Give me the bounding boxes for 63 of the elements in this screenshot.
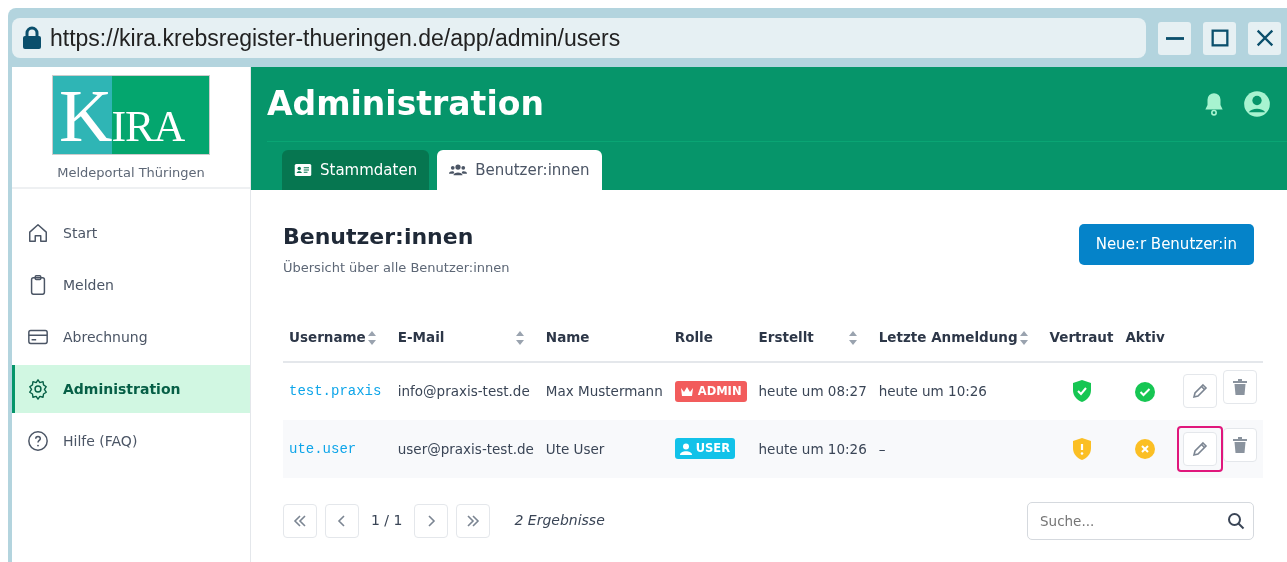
profile-button[interactable] bbox=[1243, 90, 1271, 118]
email-cell: info@praxis-test.de bbox=[397, 383, 530, 400]
column-header: Erstellt bbox=[758, 328, 814, 348]
tab[interactable]: Benutzer:innen bbox=[437, 150, 602, 190]
logo: KIRA bbox=[52, 75, 210, 155]
delete-button[interactable] bbox=[1222, 370, 1257, 405]
last-login-cell: – bbox=[878, 440, 886, 457]
pencil-icon bbox=[1191, 383, 1208, 400]
result-count: 2 Ergebnisse bbox=[514, 511, 605, 531]
column-header: Vertraut bbox=[1049, 328, 1114, 348]
column-header: Username bbox=[289, 328, 366, 348]
minimize-button[interactable] bbox=[1158, 21, 1191, 55]
sidebar-item[interactable]: Administration bbox=[12, 365, 250, 413]
sidebar-item[interactable]: Abrechnung bbox=[12, 313, 250, 361]
address-bar[interactable]: https://kira.krebsregister-thueringen.de/app/admin/users bbox=[12, 18, 1146, 58]
edit-button[interactable] bbox=[1182, 431, 1217, 466]
id-card-icon bbox=[294, 161, 312, 179]
search-field[interactable]: Suche... bbox=[1027, 501, 1254, 540]
last-login-cell: heute um 10:26 bbox=[878, 383, 987, 400]
tab[interactable]: Stammdaten bbox=[282, 150, 430, 190]
first-page-button[interactable] bbox=[283, 503, 317, 538]
name-cell: Ute User bbox=[545, 440, 605, 457]
name-cell: Max Mustermann bbox=[545, 383, 663, 400]
close-button[interactable] bbox=[1248, 21, 1281, 55]
new-user-button[interactable]: Neue:r Benutzer:in bbox=[1078, 224, 1254, 265]
minimize-icon bbox=[1165, 36, 1184, 40]
column-header: E-Mail bbox=[397, 328, 445, 348]
created-cell: heute um 08:27 bbox=[758, 383, 867, 400]
column-header: Aktiv bbox=[1125, 328, 1165, 348]
maximize-button[interactable] bbox=[1203, 21, 1236, 55]
lock-icon bbox=[22, 26, 42, 50]
previous-page-button[interactable] bbox=[325, 503, 359, 538]
search-icon bbox=[1227, 511, 1245, 530]
trash-icon bbox=[1232, 379, 1247, 396]
delete-button[interactable] bbox=[1222, 427, 1257, 462]
section-subtitle: Übersicht über alle Benutzer:innen bbox=[283, 259, 510, 278]
column-header: Rolle bbox=[674, 328, 713, 348]
pencil-icon bbox=[1191, 440, 1208, 457]
double-chevron-right-icon bbox=[465, 512, 482, 529]
next-page-button[interactable] bbox=[414, 503, 449, 538]
help-icon bbox=[27, 430, 49, 452]
column-header: Letzte Anmeldung bbox=[878, 328, 1018, 348]
sidebar-item[interactable]: Start bbox=[12, 209, 250, 257]
page-indicator: 1 / 1 bbox=[371, 511, 403, 531]
sidebar-item[interactable]: Melden bbox=[12, 261, 250, 309]
url-text: https://kira.krebsregister-thueringen.de/app/admin/users bbox=[50, 23, 621, 53]
person-icon bbox=[679, 442, 692, 455]
last-page-button[interactable] bbox=[456, 503, 491, 538]
created-cell: heute um 10:26 bbox=[758, 440, 867, 457]
email-cell: user@praxis-test.de bbox=[397, 440, 534, 457]
role-tag: ADMIN bbox=[674, 380, 747, 402]
double-chevron-left-icon bbox=[292, 512, 308, 529]
settings-icon bbox=[27, 378, 49, 400]
home-icon bbox=[27, 222, 49, 244]
section-title: Benutzer:innen bbox=[283, 224, 475, 251]
portal-subtitle: Meldeportal Thüringen bbox=[57, 164, 205, 182]
trash-icon bbox=[1232, 436, 1247, 453]
role-tag: USER bbox=[674, 437, 736, 460]
column-header: Name bbox=[545, 328, 590, 348]
page-heading: Administration bbox=[267, 83, 545, 126]
sidebar-item[interactable]: Hilfe (FAQ) bbox=[12, 417, 250, 465]
edit-button[interactable] bbox=[1182, 374, 1217, 409]
crown-icon bbox=[679, 385, 694, 397]
